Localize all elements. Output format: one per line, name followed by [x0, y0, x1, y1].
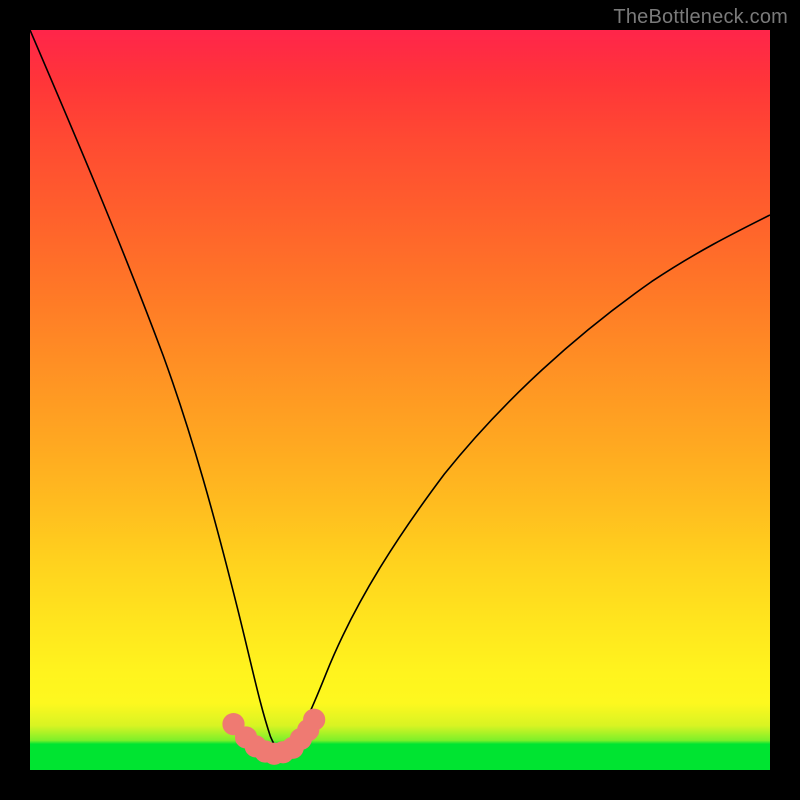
highlight-dots [226, 712, 321, 761]
chart-frame: TheBottleneck.com [0, 0, 800, 800]
watermark-text: TheBottleneck.com [613, 6, 788, 29]
bottleneck-curve [30, 30, 770, 751]
plot-area [30, 30, 770, 770]
curve-layer [30, 30, 770, 770]
